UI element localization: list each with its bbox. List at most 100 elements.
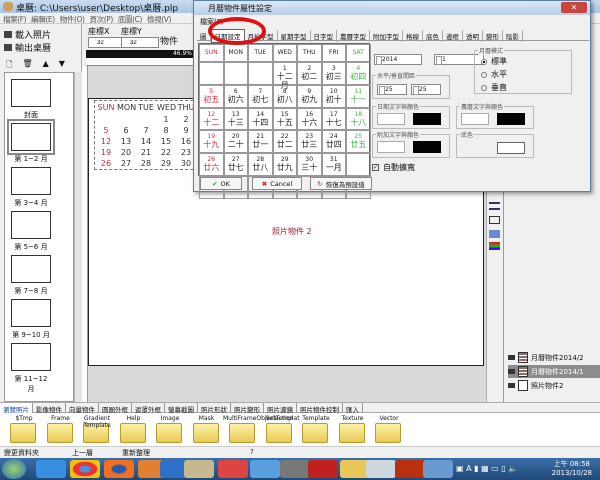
- date-text-field[interactable]: [377, 113, 405, 125]
- settings-icon[interactable]: [280, 460, 310, 478]
- calendar-day-cell[interactable]: 20 二十: [223, 130, 248, 154]
- page-thumbnail[interactable]: [11, 79, 51, 107]
- extra-color-swatch[interactable]: [413, 141, 441, 153]
- paint-icon[interactable]: [423, 460, 453, 478]
- mode-horizontal-radio[interactable]: 水平: [481, 69, 507, 80]
- calendar-day-cell[interactable]: 6 初六: [223, 84, 248, 108]
- layer-item[interactable]: 月曆物件2014/1: [508, 365, 600, 378]
- change-folder-button[interactable]: 變更資料夾: [4, 448, 39, 458]
- calendar-day-cell[interactable]: 23 廿三: [297, 130, 322, 154]
- calendar-day-cell[interactable]: 26 廿六: [199, 153, 224, 176]
- calendar-day-cell[interactable]: 29 廿九: [272, 153, 297, 176]
- calendar-day-cell[interactable]: 21 廿一: [248, 130, 273, 154]
- year-spinner[interactable]: 2014: [374, 54, 422, 65]
- tray-icons[interactable]: ▣ A ▮ ▦ ▭ ▯ 🔈: [456, 464, 518, 473]
- folder-item[interactable]: $Tmp: [4, 415, 44, 445]
- app-icon-green-red[interactable]: [218, 460, 248, 478]
- up-button[interactable]: 上一層: [72, 448, 93, 458]
- folder-item[interactable]: MultiFrameObjectTemplat: [223, 415, 300, 445]
- menu-view[interactable]: 檢視(V): [144, 13, 173, 25]
- calendar-day-cell[interactable]: 14 十四: [248, 107, 273, 131]
- calendar-day-cell[interactable]: 22 廿二: [272, 130, 297, 154]
- lunar-color-swatch[interactable]: [497, 113, 525, 125]
- page-thumbnail-list[interactable]: 封面第 1~2 月第 3~4 月第 5~6 月第 7~8 月第 9~10 月第 …: [4, 72, 74, 402]
- photo-calendar-app-icon[interactable]: [184, 460, 214, 478]
- calendar-day-cell[interactable]: 9 初九: [297, 84, 322, 108]
- firefox-icon[interactable]: [104, 460, 134, 478]
- calendar-day-cell[interactable]: 30 三十: [297, 153, 322, 176]
- calendar-day-cell[interactable]: 3 初三: [321, 62, 346, 85]
- calendar-day-cell[interactable]: 5 初五: [199, 84, 224, 108]
- menu-background[interactable]: 底圖(C): [115, 13, 144, 25]
- filezilla-icon[interactable]: [395, 460, 425, 478]
- calendar-day-cell[interactable]: 16 十六: [297, 107, 322, 131]
- dialog-tab[interactable]: 邊框: [443, 30, 463, 42]
- eye-icon[interactable]: [508, 369, 515, 374]
- calendar-day-cell[interactable]: 25 廿五: [346, 130, 371, 154]
- calendar-day-cell[interactable]: 24 廿四: [321, 130, 346, 154]
- move-down-icon[interactable]: ▼: [59, 59, 65, 73]
- dialog-tab[interactable]: 日字型: [311, 30, 337, 42]
- v-spacing-spinner[interactable]: 25: [411, 84, 441, 95]
- calendar-day-cell[interactable]: [199, 62, 224, 85]
- folder-item[interactable]: Selection: [260, 415, 300, 445]
- pdf-icon[interactable]: [308, 460, 338, 478]
- h-spacing-spinner[interactable]: 25: [377, 84, 407, 95]
- dialog-tab[interactable]: 陰影: [503, 30, 523, 42]
- load-photo-button[interactable]: 載入照片: [4, 28, 51, 41]
- calendar-day-cell[interactable]: 27 廿七: [223, 153, 248, 176]
- lunar-text-field[interactable]: [461, 113, 489, 125]
- date-color-swatch[interactable]: [413, 113, 441, 125]
- folder-item[interactable]: Template: [296, 415, 336, 445]
- dialog-tab[interactable]: 星期字型: [278, 30, 311, 42]
- folder-item[interactable]: Mask: [187, 415, 227, 445]
- calendar-day-cell[interactable]: 31 一月: [321, 153, 346, 176]
- refresh-button[interactable]: 重新整理: [122, 448, 150, 458]
- calendar-day-cell[interactable]: 12 十二: [199, 107, 224, 131]
- extra-text-field[interactable]: [377, 141, 405, 153]
- disc-icon[interactable]: [250, 460, 280, 478]
- chrome-icon[interactable]: [70, 460, 100, 478]
- page-thumbnail[interactable]: [11, 299, 51, 327]
- calendar-day-cell[interactable]: [248, 62, 273, 85]
- calendar-day-cell[interactable]: 28 廿八: [248, 153, 273, 176]
- photo-object-placeholder[interactable]: 照片物件 2: [272, 226, 312, 237]
- folder-item[interactable]: Frame: [41, 415, 81, 445]
- coord-y-input[interactable]: [121, 37, 159, 48]
- help-button[interactable]: ?: [250, 448, 254, 456]
- new-page-icon[interactable]: 🗋: [6, 59, 12, 73]
- folder-item[interactable]: Gradient Template: [77, 415, 117, 445]
- dialog-tab[interactable]: 附加字型: [370, 30, 403, 42]
- calendar-day-cell[interactable]: 11 十一: [346, 84, 371, 108]
- auto-widen-checkbox[interactable]: ✓ 自動擴寬: [372, 162, 415, 173]
- layer-item[interactable]: 照片物件2: [508, 379, 600, 392]
- dialog-tab[interactable]: 格線: [403, 30, 423, 42]
- calendar-day-cell[interactable]: [346, 153, 371, 176]
- calendar-day-cell[interactable]: 17 十七: [321, 107, 346, 131]
- delete-icon[interactable]: 🗑: [22, 59, 32, 73]
- ok-button[interactable]: ✔ OK: [200, 177, 242, 190]
- page-thumbnail[interactable]: [11, 167, 51, 195]
- thumbnail-scrollbar[interactable]: [74, 72, 82, 402]
- folder-item[interactable]: Vector: [369, 415, 409, 445]
- calendar-day-cell[interactable]: 19 十九: [199, 130, 224, 154]
- calendar-day-cell[interactable]: [223, 62, 248, 85]
- calendar-day-cell[interactable]: 18 十八: [346, 107, 371, 131]
- dialog-tab[interactable]: 變形: [483, 30, 503, 42]
- close-button[interactable]: ✕: [561, 2, 587, 13]
- move-up-icon[interactable]: ▲: [43, 59, 49, 73]
- dialog-tab[interactable]: 底色: [423, 30, 443, 42]
- start-button[interactable]: [2, 459, 26, 479]
- menu-page[interactable]: 頁次(P): [87, 13, 115, 25]
- calendar-day-cell[interactable]: 10 初十: [321, 84, 346, 108]
- mode-standard-radio[interactable]: 標準: [481, 56, 507, 67]
- layer-item[interactable]: 月曆物件2014/2: [508, 351, 600, 364]
- dialog-tab[interactable]: 透明: [463, 30, 483, 42]
- object-button[interactable]: 物件: [160, 34, 178, 47]
- clock[interactable]: 上午 08:58 2013/10/28: [552, 460, 592, 478]
- calendar-day-cell[interactable]: 13 十三: [223, 107, 248, 131]
- page-thumbnail[interactable]: [7, 119, 55, 155]
- calendar-day-cell[interactable]: 8 初八: [272, 84, 297, 108]
- transform-icon[interactable]: [489, 230, 500, 238]
- folder-item[interactable]: Texture: [333, 415, 373, 445]
